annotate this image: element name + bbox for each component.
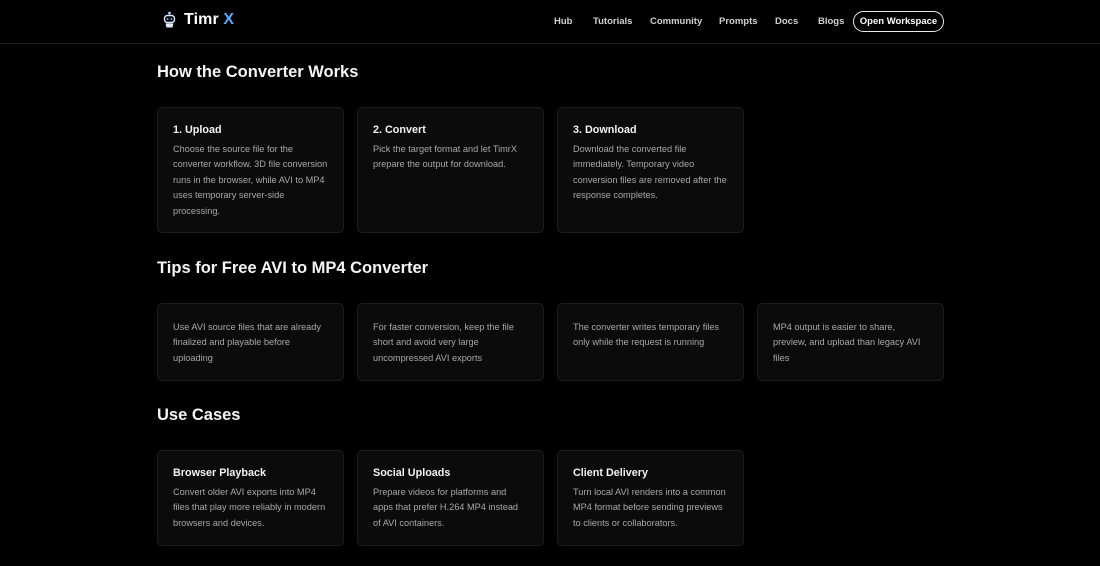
use-case-title: Social Uploads bbox=[373, 467, 451, 479]
tip-card: The converter writes temporary files onl… bbox=[557, 303, 744, 381]
top-navbar: Timr X Hub Tutorials Community Prompts D… bbox=[0, 0, 1100, 44]
brand-accent: X bbox=[223, 11, 235, 28]
tip-card: For faster conversion, keep the file sho… bbox=[357, 303, 544, 381]
step-card-convert: 2. Convert Pick the target format and le… bbox=[357, 107, 544, 233]
step-text: Choose the source file for the converter… bbox=[173, 144, 328, 216]
tips-section-title: Tips for Free AVI to MP4 Converter bbox=[157, 259, 429, 277]
use-case-card-social-uploads: Social Uploads Prepare videos for platfo… bbox=[357, 450, 544, 546]
step-text: Download the converted file immediately.… bbox=[573, 144, 727, 201]
tip-text: For faster conversion, keep the file sho… bbox=[373, 322, 514, 363]
nav-hub[interactable]: Hub bbox=[554, 16, 572, 27]
nav-docs[interactable]: Docs bbox=[775, 16, 798, 27]
brand-logo-link[interactable]: Timr X bbox=[162, 11, 234, 29]
use-case-card-browser-playback: Browser Playback Convert older AVI expor… bbox=[157, 450, 344, 546]
use-case-title: Browser Playback bbox=[173, 467, 267, 479]
tip-text: The converter writes temporary files onl… bbox=[573, 322, 720, 348]
tip-card: MP4 output is easier to share, preview, … bbox=[757, 303, 944, 381]
use-case-text: Convert older AVI exports into MP4 files… bbox=[173, 487, 326, 528]
nav-tutorials[interactable]: Tutorials bbox=[593, 16, 632, 27]
use-cases-section-title: Use Cases bbox=[157, 406, 241, 424]
step-card-upload: 1. Upload Choose the source file for the… bbox=[157, 107, 344, 233]
open-workspace-button[interactable]: Open Workspace bbox=[853, 11, 944, 32]
step-title: 3. Download bbox=[573, 124, 637, 136]
nav-community[interactable]: Community bbox=[650, 16, 702, 27]
use-case-text: Prepare videos for platforms and apps th… bbox=[373, 487, 519, 528]
step-card-download: 3. Download Download the converted file … bbox=[557, 107, 744, 233]
use-case-title: Client Delivery bbox=[573, 467, 649, 479]
how-section-title: How the Converter Works bbox=[157, 63, 359, 81]
tip-card: Use AVI source files that are already fi… bbox=[157, 303, 344, 381]
robot-icon bbox=[163, 11, 176, 28]
nav-blogs[interactable]: Blogs bbox=[818, 16, 844, 27]
step-title: 1. Upload bbox=[173, 124, 222, 136]
brand-name: Timr X bbox=[184, 11, 235, 28]
nav-prompts[interactable]: Prompts bbox=[719, 16, 758, 27]
step-text: Pick the target format and let TimrX pre… bbox=[373, 144, 517, 170]
step-title: 2. Convert bbox=[373, 124, 426, 136]
use-case-card-client-delivery: Client Delivery Turn local AVI renders i… bbox=[557, 450, 744, 546]
tip-text: Use AVI source files that are already fi… bbox=[173, 322, 321, 363]
use-case-text: Turn local AVI renders into a common MP4… bbox=[573, 487, 726, 528]
tip-text: MP4 output is easier to share, preview, … bbox=[773, 322, 921, 363]
